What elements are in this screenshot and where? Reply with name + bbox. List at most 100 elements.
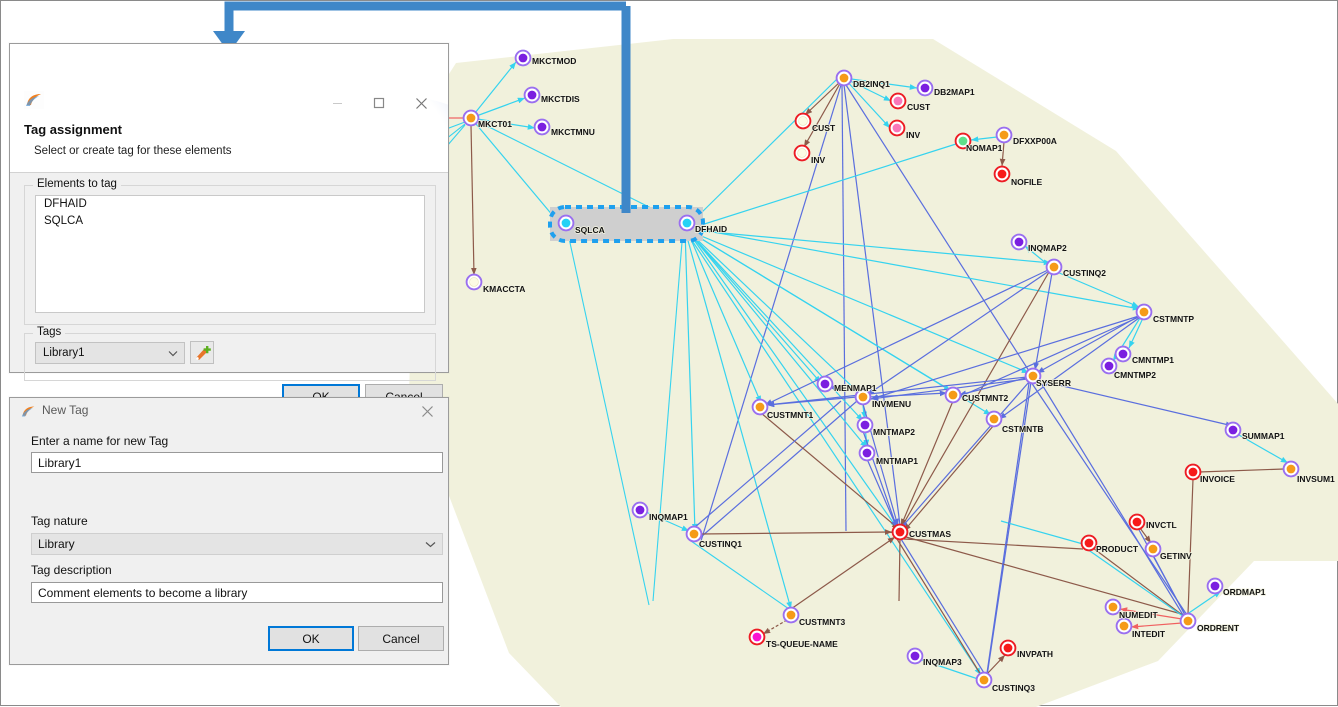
graph-node[interactable]: [748, 628, 766, 646]
app-logo-icon: [24, 91, 44, 109]
graph-node[interactable]: [1010, 233, 1028, 251]
graph-node-label: INQMAP3: [923, 657, 962, 667]
graph-node-label: CMNTMP1: [1132, 355, 1174, 365]
cancel-button[interactable]: Cancel: [358, 626, 444, 651]
window-controls[interactable]: [316, 90, 442, 116]
graph-node[interactable]: [1135, 303, 1153, 321]
maximize-icon[interactable]: [358, 90, 400, 116]
graph-node-label: NUMEDIT: [1119, 610, 1159, 620]
graph-node[interactable]: [631, 501, 649, 519]
graph-node[interactable]: [793, 144, 811, 162]
tag-description-input[interactable]: Comment elements to become a library: [31, 582, 443, 603]
graph-node-label: NOFILE: [1011, 177, 1042, 187]
graph-node-label: INQMAP1: [649, 512, 688, 522]
graph-node-label: INV: [906, 130, 921, 140]
graph-node[interactable]: [1115, 617, 1133, 635]
graph-node[interactable]: [1045, 258, 1063, 276]
new-tag-titlebar[interactable]: New Tag: [10, 398, 448, 424]
dialog-titlebar[interactable]: [10, 44, 448, 88]
graph-node[interactable]: [1179, 612, 1197, 630]
minimize-icon[interactable]: [316, 90, 358, 116]
graph-node-label: CUSTINQ1: [699, 539, 742, 549]
graph-node-label: DB2INQ1: [853, 79, 890, 89]
graph-node-label: CUSTMNT1: [767, 410, 814, 420]
graph-node-label: SUMMAP1: [1242, 431, 1285, 441]
tags-label: Tags: [33, 326, 66, 338]
graph-node[interactable]: [782, 606, 800, 624]
new-tag-icon: [195, 345, 211, 360]
graph-node-label: CSTMNTP: [1153, 314, 1194, 324]
graph-node-label: INVSUM1: [1297, 474, 1335, 484]
new-tag-title: New Tag: [42, 403, 89, 417]
list-item[interactable]: SQLCA: [36, 213, 424, 230]
chevron-down-icon: [162, 350, 184, 357]
graph-node[interactable]: [906, 647, 924, 665]
graph-node[interactable]: [975, 671, 993, 689]
close-icon[interactable]: [414, 401, 440, 421]
graph-node-label: DFXXP00A: [1013, 136, 1057, 146]
tag-assignment-dialog[interactable]: Tag assignment Select or create tag for …: [9, 43, 449, 409]
graph-node[interactable]: [916, 79, 934, 97]
graph-node-label: GETINV: [1160, 551, 1192, 561]
elements-to-tag-label: Elements to tag: [33, 178, 121, 190]
graph-node[interactable]: [888, 119, 906, 137]
graph-node[interactable]: [835, 69, 853, 87]
graph-node-label: MNTMAP1: [876, 456, 918, 466]
graph-node[interactable]: [858, 444, 876, 462]
graph-node-label: CMNTMP2: [1114, 370, 1156, 380]
elements-list[interactable]: DFHAID SQLCA: [35, 195, 425, 313]
graph-node[interactable]: [995, 126, 1013, 144]
graph-node[interactable]: [1114, 345, 1132, 363]
page-subtitle: Select or create tag for these elements: [34, 145, 232, 157]
new-tag-name-input[interactable]: Library1: [31, 452, 443, 473]
graph-node-label: CUST: [812, 123, 836, 133]
graph-node-label: CUST: [907, 102, 931, 112]
graph-node[interactable]: [1184, 463, 1202, 481]
graph-node-label: NOMAP1: [966, 143, 1003, 153]
graph-node[interactable]: [985, 410, 1003, 428]
tag-select[interactable]: Library1: [35, 342, 185, 364]
list-item[interactable]: DFHAID: [36, 196, 424, 213]
graph-node[interactable]: [1206, 577, 1224, 595]
graph-node-label: SYSERR: [1036, 378, 1071, 388]
close-icon[interactable]: [400, 90, 442, 116]
tag-description-label: Tag description: [31, 563, 112, 577]
graph-node[interactable]: [1224, 421, 1242, 439]
graph-node-label: CUSTMAS: [909, 529, 951, 539]
graph-node-label: INV: [811, 155, 826, 165]
graph-node[interactable]: [993, 165, 1011, 183]
graph-node-label: CUSTINQ3: [992, 683, 1035, 693]
graph-node-label: ORDMAP1: [1223, 587, 1266, 597]
new-tag-dialog[interactable]: New Tag Enter a name for new Tag Library…: [9, 397, 449, 665]
graph-node-label: CUSTINQ2: [1063, 268, 1106, 278]
page-title: Tag assignment: [24, 122, 123, 137]
graph-node-label: CUSTMNT2: [962, 393, 1009, 403]
graph-node[interactable]: [856, 416, 874, 434]
tag-nature-label: Tag nature: [31, 514, 88, 528]
graph-node-label: TS-QUEUE-NAME: [766, 639, 838, 649]
graph-node-label: INQMAP2: [1028, 243, 1067, 253]
graph-node[interactable]: [889, 92, 907, 110]
ok-button[interactable]: OK: [268, 626, 354, 651]
graph-node[interactable]: [944, 386, 962, 404]
graph-node[interactable]: [999, 639, 1017, 657]
app-logo-icon: [20, 404, 37, 419]
graph-node-label: INTEDIT: [1132, 629, 1166, 639]
graph-node[interactable]: [816, 375, 834, 393]
graph-node[interactable]: [465, 273, 483, 291]
app-window: MKCTMOD MKCTDIS MKCTMNU MKCT01 KMACCTA SQLCA D…: [0, 0, 1338, 707]
tag-nature-select[interactable]: Library: [31, 533, 443, 555]
tag-select-value: Library1: [43, 347, 85, 359]
graph-node[interactable]: [751, 398, 769, 416]
graph-node-label: INVPATH: [1017, 649, 1053, 659]
graph-node[interactable]: [1128, 513, 1146, 531]
new-tag-button[interactable]: [190, 341, 214, 364]
graph-node[interactable]: [1080, 534, 1098, 552]
graph-node[interactable]: [794, 112, 812, 130]
graph-node-label: KMACCTA: [483, 284, 525, 294]
graph-node-label: CUSTMNT3: [799, 617, 846, 627]
graph-node-label: MENMAP1: [834, 383, 877, 393]
graph-node-label: INVMENU: [872, 399, 911, 409]
graph-node[interactable]: [1144, 540, 1162, 558]
graph-node[interactable]: [891, 523, 909, 541]
